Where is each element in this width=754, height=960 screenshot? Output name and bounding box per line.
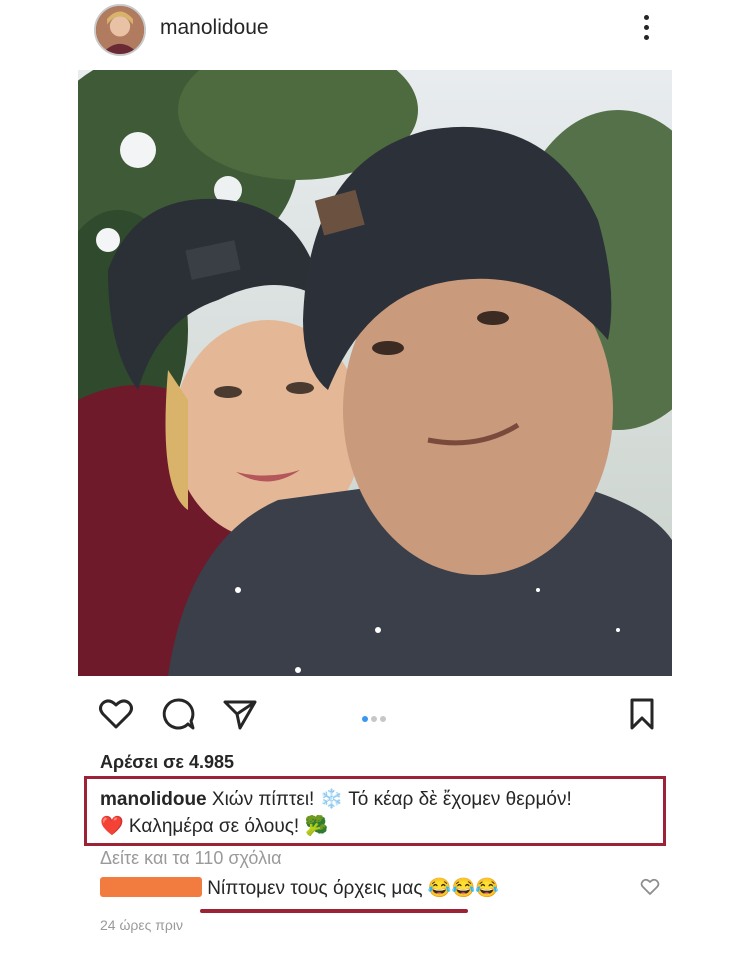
post-timestamp: 24 ώρες πριν (100, 917, 183, 933)
likes-count[interactable]: Αρέσει σε 4.985 (100, 752, 234, 773)
comment-underline (200, 909, 468, 913)
comment-row: Νίπτομεν τους όρχεις μας 😂😂😂 (100, 876, 499, 900)
paper-plane-icon[interactable] (222, 696, 258, 732)
caption-line-2: ❤️ Καλημέρα σε όλους! 🥦 (100, 816, 329, 837)
caption-username[interactable]: manolidoue (100, 789, 207, 810)
post-photo[interactable] (78, 70, 672, 676)
more-options-icon[interactable] (636, 10, 656, 50)
avatar-image (96, 6, 144, 54)
comment-icon[interactable] (160, 696, 196, 732)
carousel-dot (371, 716, 377, 722)
redacted-username (100, 877, 202, 897)
post-header: manolidoue (0, 0, 754, 62)
carousel-dot (380, 716, 386, 722)
caption-text-1: Χιών πίπτει! ❄️ Τό κέαρ δὲ ἔχομεν θερμόν… (211, 789, 572, 810)
heart-icon[interactable] (98, 696, 134, 732)
carousel-indicator (362, 709, 389, 727)
profile-avatar[interactable] (94, 4, 146, 56)
view-all-comments-link[interactable]: Δείτε και τα 110 σχόλια (100, 848, 281, 869)
bookmark-icon[interactable] (624, 696, 660, 732)
post-username[interactable]: manolidoue (160, 16, 269, 40)
carousel-dot-active (362, 716, 368, 722)
comment-text: Νίπτομεν τους όρχεις μας 😂😂😂 (207, 878, 499, 899)
caption-line-1: manolidoue Χιών πίπτει! ❄️ Τό κέαρ δὲ ἔχ… (100, 787, 572, 811)
selfie-image (78, 70, 672, 676)
small-heart-icon[interactable] (640, 877, 660, 897)
